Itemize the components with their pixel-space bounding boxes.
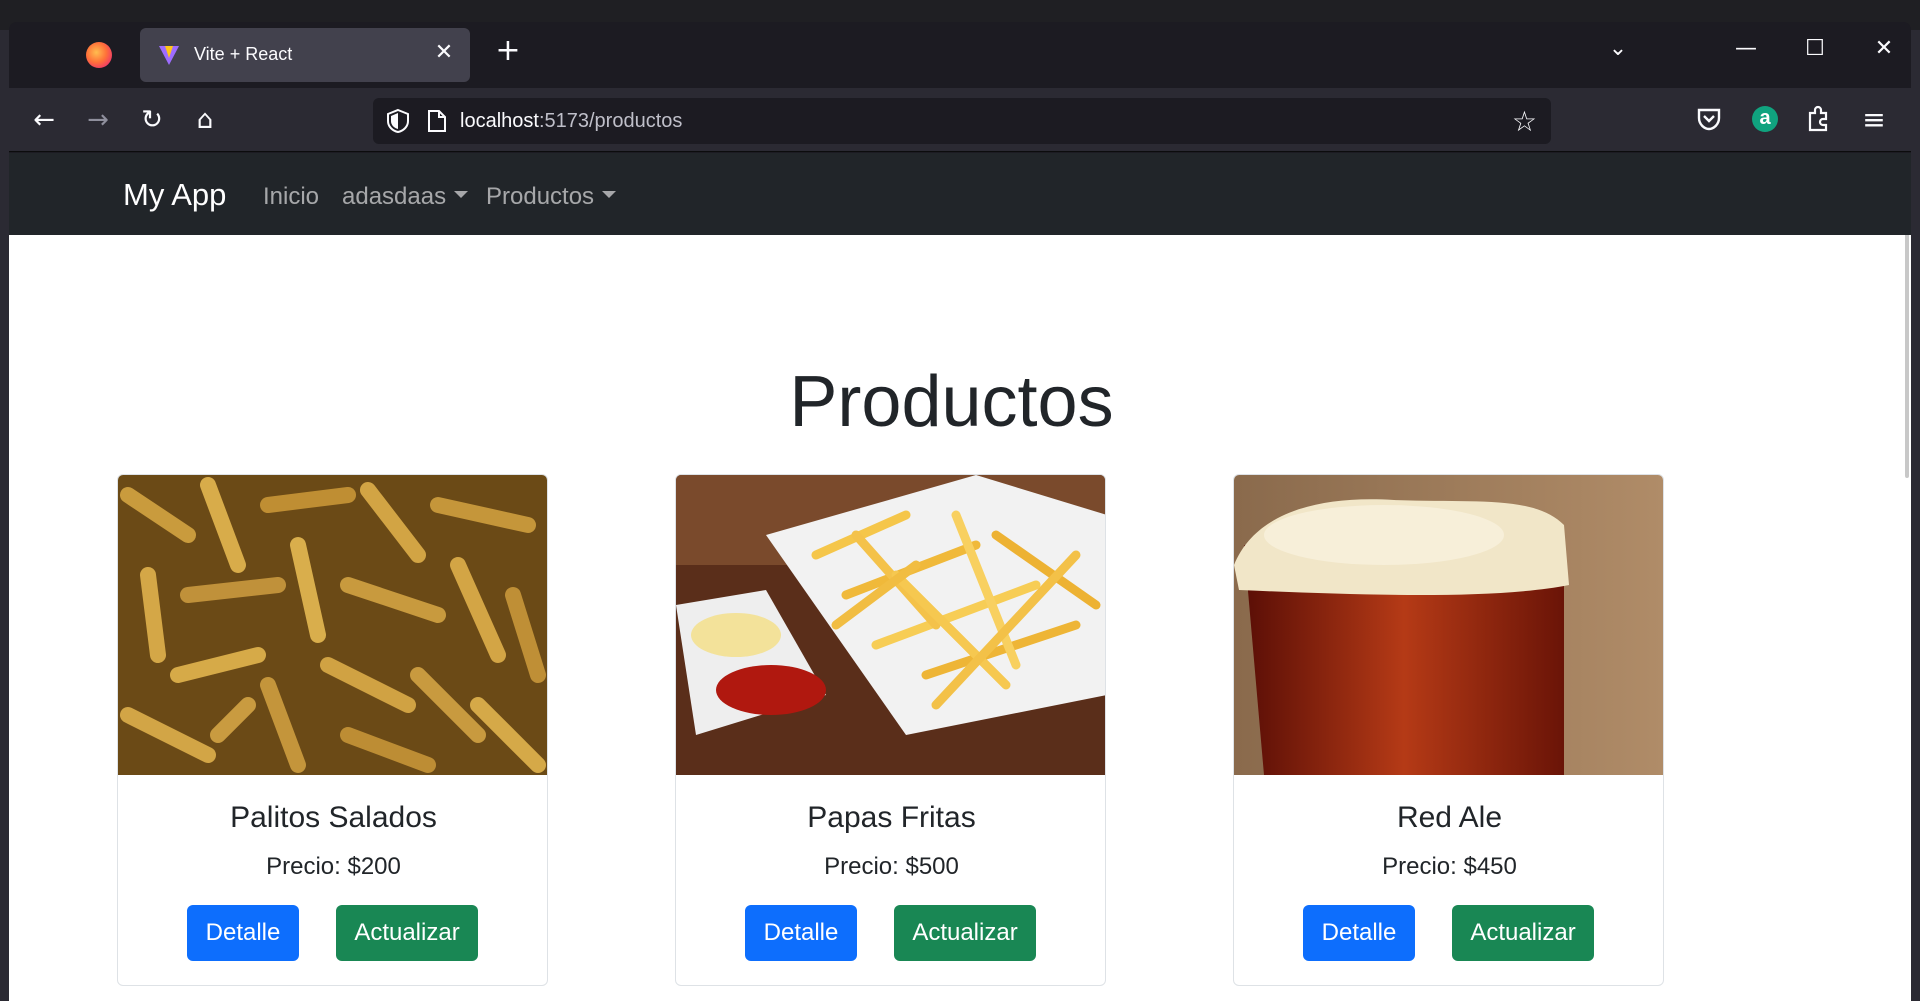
navbar-brand[interactable]: My App (123, 177, 226, 213)
nav-link-inicio[interactable]: Inicio (263, 183, 319, 211)
shield-icon[interactable] (385, 108, 411, 134)
tab-close-icon[interactable]: ✕ (432, 40, 456, 65)
pocket-icon[interactable] (1694, 104, 1724, 134)
detalle-button[interactable]: Detalle (745, 905, 857, 961)
url-host: localhost (460, 110, 539, 132)
product-name: Red Ale (1396, 801, 1503, 834)
product-name: Palitos Salados (230, 801, 437, 834)
product-image-red-ale (1234, 475, 1663, 775)
back-icon[interactable]: ← (24, 100, 64, 140)
url-path: :5173/productos (538, 110, 683, 132)
url-bar[interactable]: localhost:5173/productos ☆ (373, 98, 1551, 144)
app-navbar: My App Inicio adasdaas Productos (9, 153, 1911, 235)
page-title: Productos (789, 362, 1114, 442)
caret-down-icon (454, 191, 469, 199)
url-text[interactable]: localhost:5173/productos (460, 110, 682, 133)
product-price: Precio: $450 (1382, 853, 1517, 880)
minimize-button[interactable]: — (1726, 36, 1766, 61)
product-price: Precio: $200 (266, 853, 401, 880)
actualizar-button[interactable]: Actualizar (1452, 905, 1594, 961)
tab-active[interactable]: Vite + React ✕ (140, 28, 470, 82)
close-window-button[interactable]: ✕ (1864, 36, 1904, 61)
navigation-toolbar: ← → ↻ ⌂ localhost:5173/productos ☆ a ≡ (9, 88, 1911, 152)
actualizar-button[interactable]: Actualizar (894, 905, 1036, 961)
detalle-button[interactable]: Detalle (1303, 905, 1415, 961)
vite-icon (159, 46, 179, 65)
list-all-tabs-icon[interactable]: ⌄ (1603, 36, 1633, 61)
app-menu-icon[interactable]: ≡ (1854, 100, 1894, 140)
product-image-palitos (118, 475, 547, 775)
extensions-puzzle-icon[interactable] (1803, 104, 1833, 134)
extension-icon[interactable]: a (1752, 106, 1778, 132)
new-tab-button[interactable]: + (493, 36, 523, 66)
nav-link-label: adasdaas (342, 183, 447, 210)
product-card: Red Ale Precio: $450 Detalle Actualizar (1233, 474, 1664, 986)
tab-title: Vite + React (194, 44, 293, 64)
actualizar-button[interactable]: Actualizar (336, 905, 478, 961)
caret-down-icon (602, 191, 617, 199)
home-icon[interactable]: ⌂ (185, 100, 225, 140)
page-content: My App Inicio adasdaas Productos Product… (9, 153, 1911, 1001)
nav-link-label: Productos (486, 183, 595, 210)
page-info-icon[interactable] (427, 109, 447, 133)
tab-strip: Vite + React ✕ + ⌄ — ☐ ✕ (9, 22, 1911, 88)
bookmark-star-icon[interactable]: ☆ (1512, 105, 1537, 138)
product-card: Palitos Salados Precio: $200 Detalle Act… (117, 474, 548, 986)
reload-icon[interactable]: ↻ (132, 100, 172, 140)
nav-dropdown-adasdaas[interactable]: adasdaas (342, 183, 469, 211)
browser-window: Vite + React ✕ + ⌄ — ☐ ✕ ← → ↻ ⌂ localho… (9, 22, 1911, 1001)
product-image-papas (676, 475, 1105, 775)
product-name: Papas Fritas (807, 801, 976, 834)
firefox-icon[interactable] (86, 42, 112, 68)
forward-icon[interactable]: → (78, 100, 118, 140)
nav-link-label: Inicio (263, 183, 320, 210)
product-price: Precio: $500 (824, 853, 959, 880)
detalle-button[interactable]: Detalle (187, 905, 299, 961)
product-card: Papas Fritas Precio: $500 Detalle Actual… (675, 474, 1106, 986)
nav-dropdown-productos[interactable]: Productos (486, 183, 617, 211)
maximize-button[interactable]: ☐ (1795, 36, 1835, 61)
